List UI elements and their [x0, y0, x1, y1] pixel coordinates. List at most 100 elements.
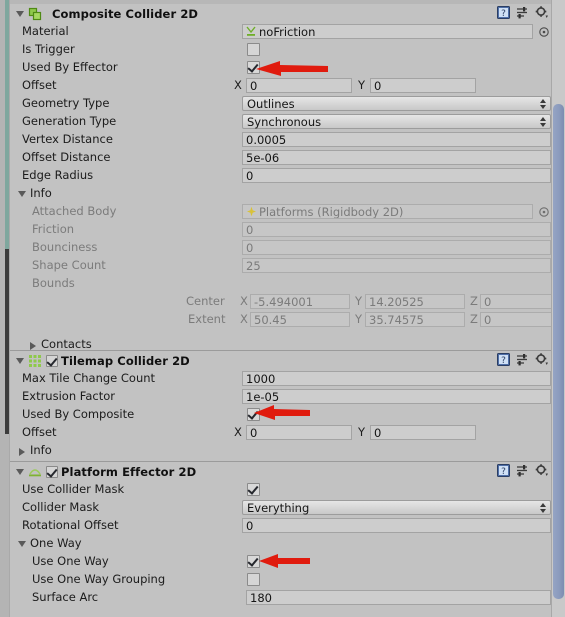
checkbox-is-trigger[interactable] [247, 43, 260, 56]
field-extrusion-factor[interactable]: 1e-05 [242, 389, 551, 404]
label-contacts: Contacts [41, 337, 92, 351]
label-use-one-way-grouping: Use One Way Grouping [32, 572, 166, 586]
vertical-scrollbar-track[interactable] [551, 0, 565, 617]
field-offset-distance[interactable]: 5e-06 [242, 150, 551, 165]
component-title: Platform Effector 2D [61, 464, 197, 479]
dropdown-collider-mask[interactable]: Everything [242, 500, 551, 515]
component-title: Tilemap Collider 2D [61, 353, 190, 368]
field-attached-body: Platforms (Rigidbody 2D) [242, 204, 533, 219]
field-offset-x[interactable]: 0 [246, 425, 352, 440]
help-book-icon[interactable]: ? [497, 353, 510, 366]
label-material: Material [22, 24, 69, 38]
gear-icon[interactable] [535, 6, 549, 19]
row-geometry-type: Geometry Type Outlines [10, 95, 551, 113]
foldout-info[interactable] [15, 445, 28, 458]
preset-slider-icon[interactable] [516, 353, 529, 366]
foldout-tilemap-collider-2d[interactable] [13, 354, 26, 367]
field-bounds-extent-y: 35.74575 [365, 312, 465, 327]
row-rotational-offset: Rotational Offset 0 [10, 517, 551, 535]
vertical-scrollbar-thumb[interactable] [553, 104, 564, 599]
component-header-platform-effector-2d[interactable]: Platform Effector 2D ? [10, 461, 551, 481]
field-max-tile-change-count[interactable]: 1000 [242, 371, 551, 386]
field-offset-y[interactable]: 0 [370, 425, 476, 440]
row-collider-mask: Collider Mask Everything [10, 499, 551, 517]
label-offset: Offset [22, 425, 57, 439]
foldout-platform-effector-2d[interactable] [13, 465, 26, 478]
row-one-way[interactable]: One Way [10, 535, 551, 553]
checkbox-use-collider-mask[interactable] [247, 483, 260, 496]
component-header-tilemap-collider-2d[interactable]: Tilemap Collider 2D ? [10, 350, 551, 370]
field-offset-x[interactable]: 0 [246, 78, 352, 93]
foldout-info[interactable] [15, 187, 28, 200]
dropdown-geometry-type[interactable]: Outlines [242, 96, 551, 111]
label-info: Info [30, 443, 52, 457]
field-surface-arc[interactable]: 180 [246, 590, 551, 605]
field-edge-radius[interactable]: 0 [242, 168, 551, 183]
row-info-tilemap[interactable]: Info [10, 442, 551, 460]
component-enable-checkbox-tilemap-collider-2d[interactable] [46, 354, 58, 367]
help-book-icon[interactable]: ? [497, 6, 510, 19]
foldout-one-way[interactable] [15, 537, 28, 550]
row-bounds-center: Center X -5.494001 Y 14.20525 Z 0 [10, 293, 561, 311]
checkbox-use-one-way[interactable] [247, 555, 260, 568]
label-bounds-extent: Extent [188, 312, 226, 326]
row-used-by-effector: Used By Effector [10, 59, 551, 77]
preset-slider-icon[interactable] [516, 6, 529, 19]
label-info: Info [30, 186, 52, 200]
axis-label-y: Y [355, 312, 363, 326]
component-header-icons: ? [497, 6, 549, 19]
help-book-icon[interactable]: ? [497, 464, 510, 477]
component-header-composite-collider-2d[interactable]: Composite Collider 2D ? [10, 4, 551, 23]
field-vertex-distance[interactable]: 0.0005 [242, 132, 551, 147]
dropdown-geometry-type-value: Outlines [247, 96, 295, 111]
gear-icon[interactable] [535, 464, 549, 477]
row-offset-tilemap: Offset X 0 Y 0 [10, 424, 551, 442]
row-bounciness: Bounciness 0 [10, 239, 551, 257]
axis-label-y: Y [358, 425, 366, 439]
label-offset-distance: Offset Distance [22, 150, 111, 164]
gear-icon[interactable] [535, 353, 549, 366]
inspector-window: Composite Collider 2D ? Material noFrict… [0, 0, 565, 617]
field-bounds-extent-x: 50.45 [250, 312, 350, 327]
label-friction: Friction [32, 222, 75, 236]
field-rotational-offset[interactable]: 0 [242, 518, 551, 533]
field-bounds-center-y: 14.20525 [365, 294, 465, 309]
object-picker-icon[interactable] [538, 26, 550, 38]
field-shape-count: 25 [242, 258, 551, 273]
chevron-updown-icon [540, 503, 546, 513]
object-picker-icon [539, 207, 549, 217]
axis-label-y: Y [355, 294, 363, 308]
row-surface-arc: Surface Arc 180 [10, 589, 551, 607]
foldout-composite-collider-2d[interactable] [13, 7, 26, 20]
row-bounds-extent: Extent X 50.45 Y 35.74575 Z 0 [10, 311, 561, 329]
label-use-collider-mask: Use Collider Mask [22, 482, 125, 496]
checkbox-used-by-effector[interactable] [247, 61, 260, 74]
axis-label-x: X [234, 425, 242, 439]
label-surface-arc: Surface Arc [32, 590, 99, 604]
row-offset: Offset X 0 Y 0 [10, 77, 551, 95]
component-composite-collider-2d: Composite Collider 2D ? Material noFrict… [10, 4, 561, 354]
row-max-tile-change-count: Max Tile Change Count 1000 [10, 370, 551, 388]
label-collider-mask: Collider Mask [22, 500, 100, 514]
component-header-icons: ? [497, 464, 549, 477]
component-enable-checkbox-platform-effector-2d[interactable] [46, 465, 58, 478]
field-attached-body-value: Platforms (Rigidbody 2D) [259, 204, 404, 219]
label-bounds-center: Center [186, 294, 225, 308]
checkbox-use-one-way-grouping[interactable] [247, 573, 260, 586]
label-attached-body: Attached Body [32, 204, 117, 218]
axis-label-x: X [240, 312, 248, 326]
composite-collider-icon [28, 7, 42, 20]
checkbox-used-by-composite[interactable] [247, 408, 260, 421]
field-offset-y[interactable]: 0 [370, 78, 476, 93]
dropdown-collider-mask-value: Everything [247, 500, 310, 515]
axis-label-x: X [240, 294, 248, 308]
row-info[interactable]: Info [10, 185, 551, 203]
chevron-updown-icon [540, 117, 546, 127]
dropdown-generation-type[interactable]: Synchronous [242, 114, 551, 129]
field-bounds-extent-z: 0 [480, 312, 561, 327]
label-rotational-offset: Rotational Offset [22, 518, 119, 532]
preset-slider-icon[interactable] [516, 464, 529, 477]
label-bounciness: Bounciness [32, 240, 98, 254]
component-title: Composite Collider 2D [52, 6, 199, 21]
field-material[interactable]: noFriction [242, 24, 533, 39]
